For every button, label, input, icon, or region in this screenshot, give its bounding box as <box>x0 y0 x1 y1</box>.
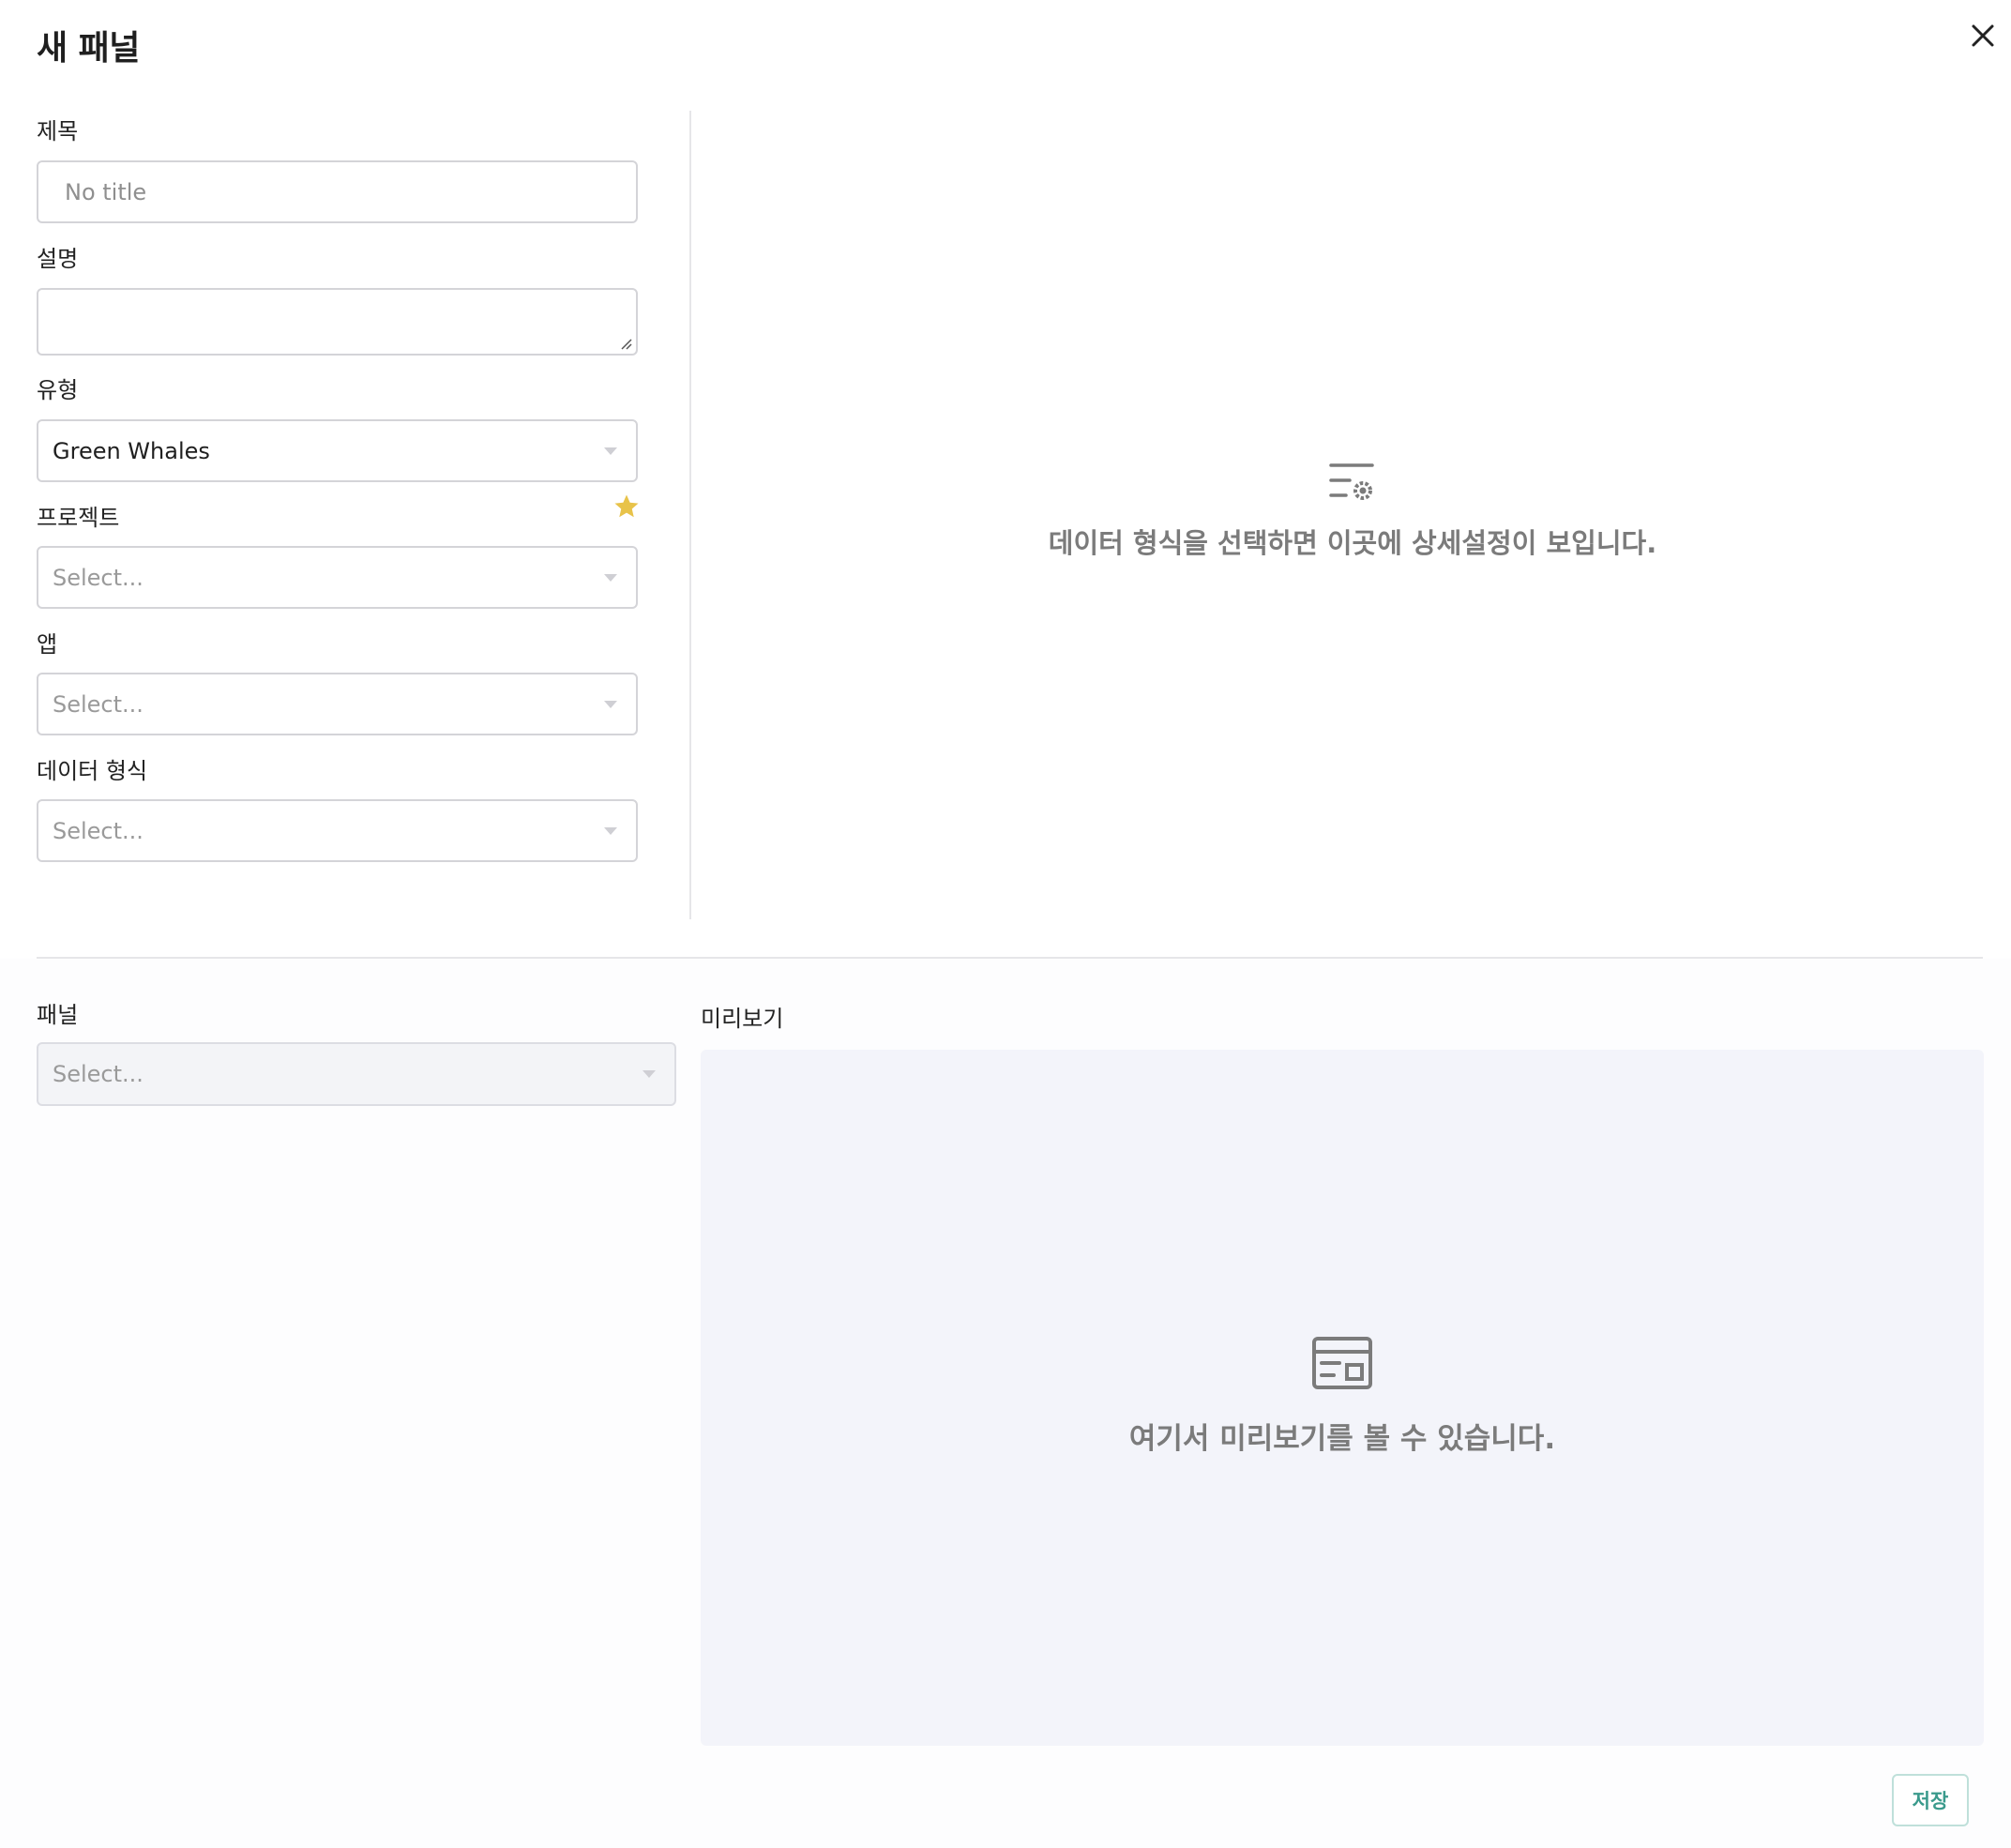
type-select-value: Green Whales <box>53 437 210 464</box>
preview-area: 여기서 미리보기를 볼 수 있습니다. <box>701 1050 1984 1746</box>
chevron-down-icon <box>604 826 617 835</box>
title-label: 제목 <box>37 118 79 144</box>
settings-empty-state: 데이터 형식을 선택하면 이곳에 상세설정이 보입니다. <box>690 460 2011 561</box>
data-format-select-placeholder: Select... <box>53 817 144 844</box>
modal-title: 새 패널 <box>37 29 140 68</box>
preview-empty-state: 여기서 미리보기를 볼 수 있습니다. <box>701 1336 1984 1457</box>
data-format-label: 데이터 형식 <box>37 758 148 784</box>
app-label: 앱 <box>37 631 58 658</box>
description-label: 설명 <box>37 246 79 272</box>
type-label: 유형 <box>37 377 79 403</box>
chevron-down-icon <box>604 447 617 455</box>
chevron-down-icon <box>643 1070 656 1078</box>
project-select[interactable]: Select... <box>37 546 638 609</box>
title-field[interactable] <box>37 160 638 223</box>
panel-select-placeholder: Select... <box>53 1061 144 1087</box>
horizontal-divider <box>37 957 1983 959</box>
close-icon[interactable] <box>1962 15 2003 56</box>
list-settings-icon <box>1329 463 1374 500</box>
title-input[interactable] <box>38 162 636 221</box>
description-textarea[interactable] <box>37 288 638 356</box>
settings-empty-message: 데이터 형식을 선택하면 이곳에 상세설정이 보입니다. <box>1048 527 1657 559</box>
preview-empty-message: 여기서 미리보기를 볼 수 있습니다. <box>1128 1422 1556 1456</box>
preview-label: 미리보기 <box>701 1006 784 1032</box>
project-label: 프로젝트 <box>37 505 120 531</box>
chevron-down-icon <box>604 700 617 708</box>
panel-select[interactable]: Select... <box>37 1042 676 1106</box>
save-button[interactable]: 저장 <box>1892 1774 1969 1826</box>
star-icon[interactable] <box>612 492 641 521</box>
layout-preview-icon <box>1312 1337 1372 1389</box>
app-select-placeholder: Select... <box>53 690 144 718</box>
type-select[interactable]: Green Whales <box>37 419 638 482</box>
chevron-down-icon <box>604 573 617 582</box>
project-select-placeholder: Select... <box>53 564 144 591</box>
data-format-select[interactable]: Select... <box>37 799 638 862</box>
app-select[interactable]: Select... <box>37 673 638 735</box>
resize-handle-icon[interactable] <box>619 337 632 350</box>
panel-label: 패널 <box>37 1002 79 1028</box>
